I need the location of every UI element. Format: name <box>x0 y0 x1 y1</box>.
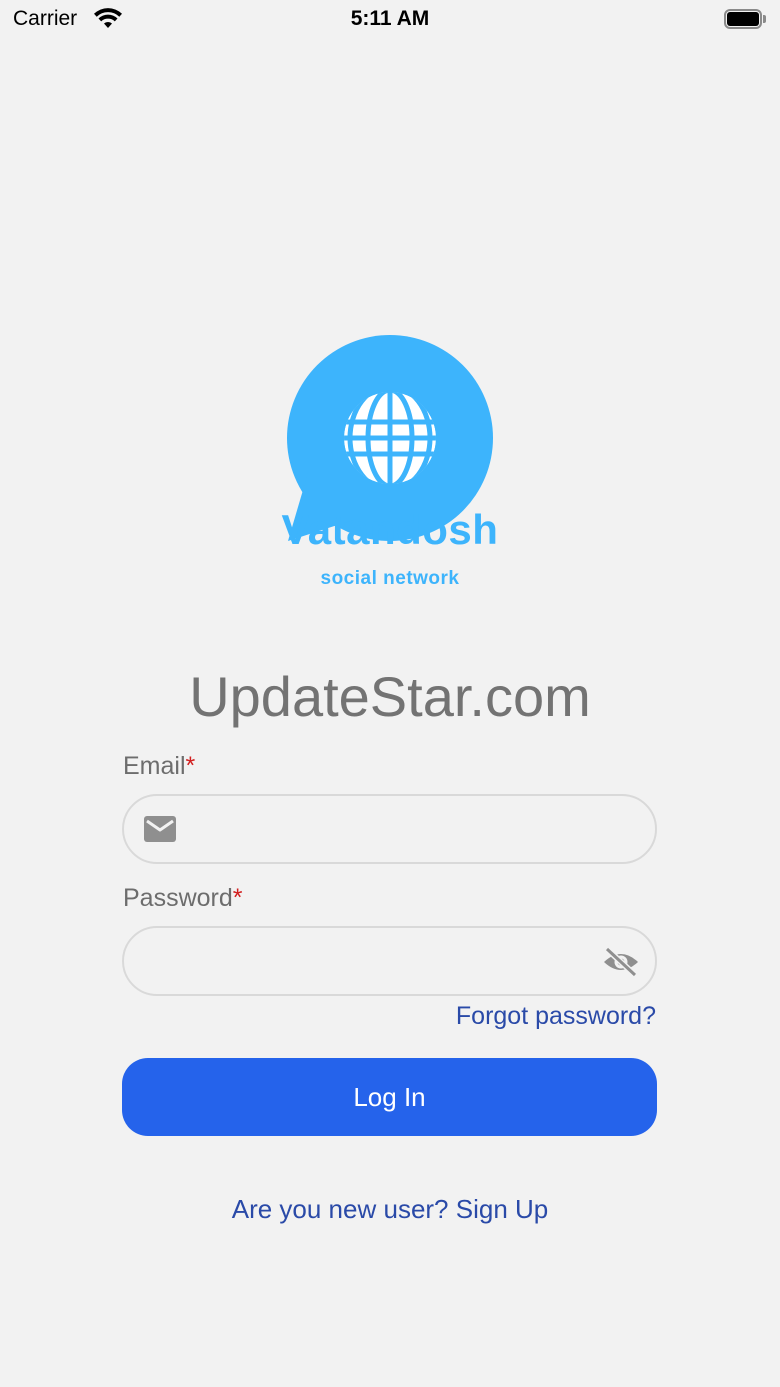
email-field-container <box>122 794 657 864</box>
eye-off-icon[interactable] <box>602 946 640 978</box>
forgot-password-link[interactable]: Forgot password? <box>456 1002 656 1031</box>
watermark: UpdateStar.com <box>189 665 591 728</box>
battery-icon <box>724 9 766 29</box>
signup-link[interactable]: Are you new user? Sign Up <box>0 1194 780 1225</box>
required-marker: * <box>185 752 196 780</box>
email-label: Email* <box>123 752 195 781</box>
clock: 5:11 AM <box>350 7 430 30</box>
mail-icon <box>144 816 176 842</box>
password-input[interactable] <box>148 928 588 994</box>
status-bar: Carrier 5:11 AM <box>0 0 780 40</box>
password-label: Password* <box>123 884 243 913</box>
login-screen: Carrier 5:11 AM Vatandosh social network… <box>0 0 780 1387</box>
brand-tagline: social network <box>320 568 460 589</box>
password-field-container <box>122 926 657 996</box>
password-label-text: Password <box>123 884 233 912</box>
required-marker: * <box>232 884 243 912</box>
login-button[interactable]: Log In <box>122 1058 657 1136</box>
email-label-text: Email <box>123 752 186 780</box>
brand-name: Vatandosh <box>281 506 499 553</box>
email-input[interactable] <box>194 796 634 862</box>
